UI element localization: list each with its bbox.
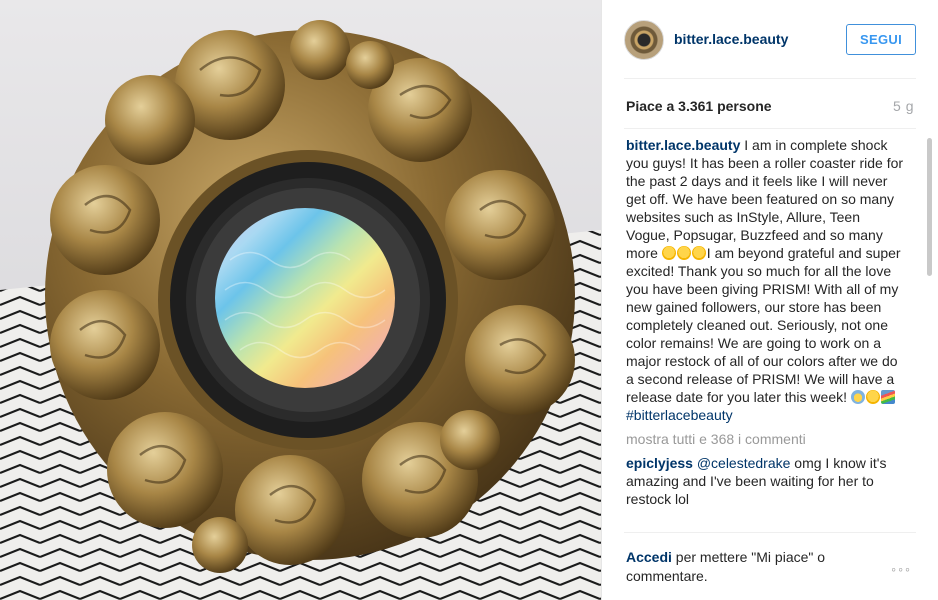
caption-username[interactable]: bitter.lace.beauty xyxy=(626,137,740,153)
login-link[interactable]: Accedi xyxy=(626,549,672,565)
heart-eyes-emoji-icon xyxy=(676,246,691,260)
post-photo xyxy=(0,0,601,600)
heart-eyes-emoji-icon xyxy=(865,390,880,404)
login-prompt: Accedi per mettere "Mi piace" o commenta… xyxy=(626,548,866,586)
caption-text-part-2: I am beyond grateful and super excited! … xyxy=(626,245,901,405)
caption-hashtag[interactable]: #bitterlacebeauty xyxy=(626,407,733,423)
post-age[interactable]: 5 g xyxy=(893,98,914,114)
heart-eyes-emoji-icon xyxy=(661,246,676,260)
likes-row: Piace a 3.361 persone 5 g xyxy=(626,98,914,116)
divider xyxy=(624,128,916,129)
more-options-icon[interactable]: ◦◦◦ xyxy=(891,561,912,577)
post-side-panel: bitter.lace.beauty SEGUI Piace a 3.361 p… xyxy=(601,0,938,600)
comment-username[interactable]: epiclyjess xyxy=(626,455,693,471)
caption-text-part-1: I am in complete shock you guys! It has … xyxy=(626,137,904,261)
heart-eyes-emoji-icon xyxy=(691,246,706,260)
author-username[interactable]: bitter.lace.beauty xyxy=(674,31,788,47)
show-all-comments-link[interactable]: mostra tutti e 368 i commenti xyxy=(626,430,906,448)
comments-scrollbar[interactable] xyxy=(927,138,932,276)
follow-button[interactable]: SEGUI xyxy=(846,24,916,55)
rainbow-emoji-icon xyxy=(880,390,895,404)
post-header: bitter.lace.beauty SEGUI xyxy=(624,18,916,62)
divider xyxy=(624,532,916,533)
caption: bitter.lace.beauty I am in complete shoc… xyxy=(626,136,906,424)
comment-mention[interactable]: @celestedrake xyxy=(697,455,791,471)
photo-illustration xyxy=(0,20,601,600)
fearful-face-emoji-icon xyxy=(850,390,865,404)
divider xyxy=(624,78,916,79)
comment-item: epiclyjess @celestedrake omg I know it's… xyxy=(626,454,906,508)
avatar[interactable] xyxy=(624,20,664,60)
comments-list[interactable]: bitter.lace.beauty I am in complete shoc… xyxy=(626,136,906,528)
likes-count[interactable]: Piace a 3.361 persone xyxy=(626,98,772,114)
